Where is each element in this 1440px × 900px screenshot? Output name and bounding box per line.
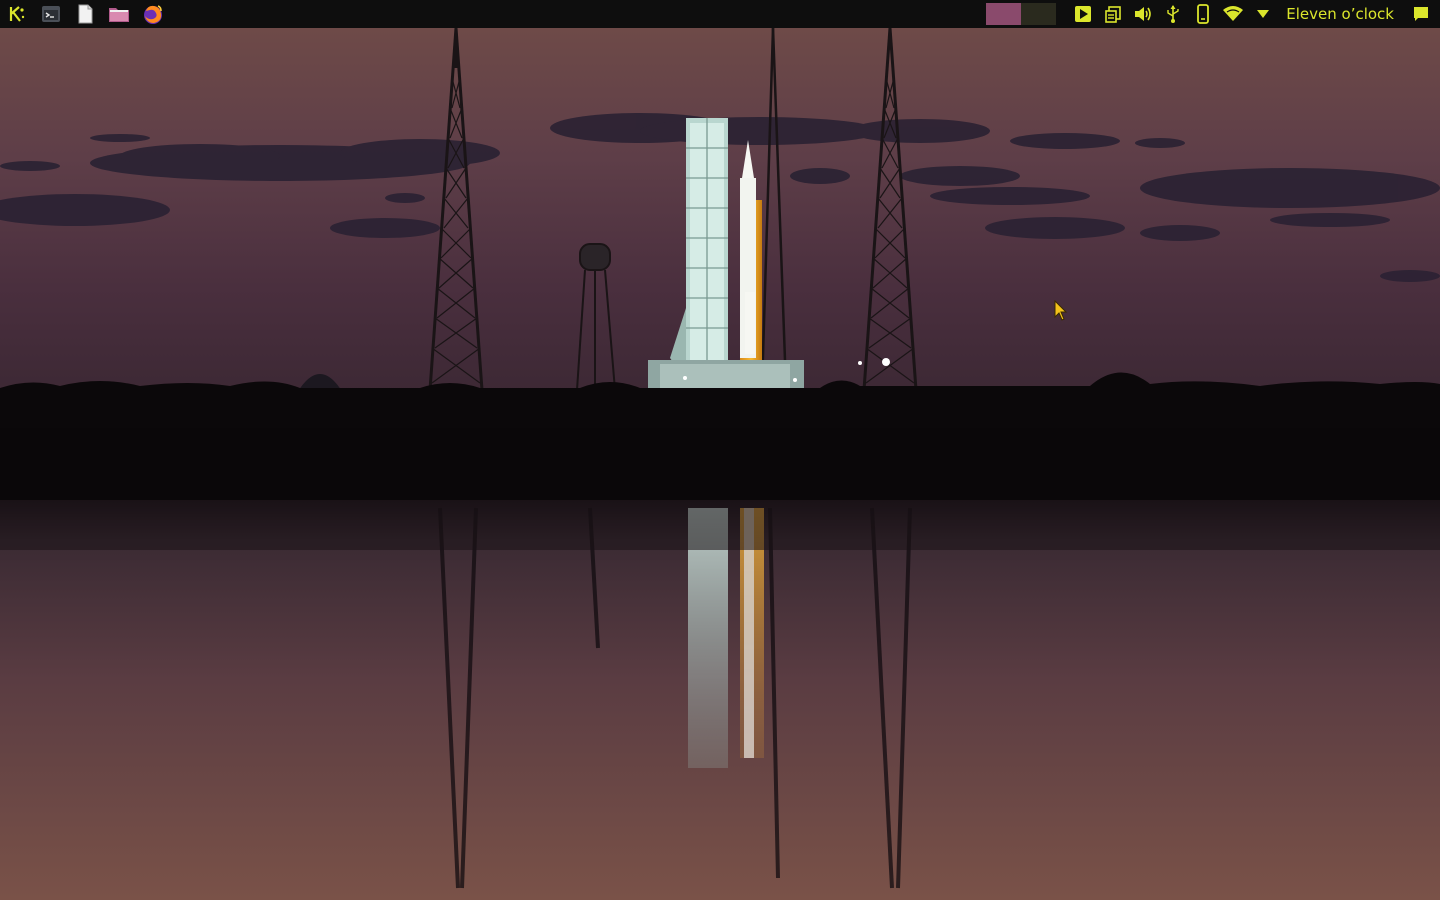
clipboard-icon <box>1105 6 1122 23</box>
file-manager-launcher-button[interactable] <box>104 0 134 28</box>
notifications-button[interactable] <box>1408 0 1434 28</box>
media-player-button[interactable] <box>1070 0 1096 28</box>
document-icon <box>78 4 93 24</box>
phone-connect-button[interactable] <box>1190 0 1216 28</box>
clipboard-button[interactable] <box>1100 0 1126 28</box>
clock[interactable]: Eleven o’clock <box>1286 5 1394 23</box>
wifi-icon <box>1223 6 1244 21</box>
app-menu-button[interactable] <box>2 0 32 28</box>
desktop-2[interactable] <box>1021 3 1057 25</box>
text-editor-launcher-button[interactable] <box>70 0 100 28</box>
firefox-launcher-button[interactable] <box>138 0 168 28</box>
folder-icon <box>109 8 129 22</box>
notification-icon <box>1414 7 1428 21</box>
terminal-launcher-button[interactable] <box>36 0 66 28</box>
volume-icon <box>1135 7 1152 21</box>
volume-button[interactable] <box>1130 0 1156 28</box>
system-tray: Eleven o’clock <box>986 0 1440 28</box>
desktop-1[interactable] <box>986 3 1022 25</box>
usb-button[interactable] <box>1160 0 1186 28</box>
top-panel: Eleven o’clock <box>0 0 1440 28</box>
firefox-icon <box>144 5 162 24</box>
tray-expand-button[interactable] <box>1250 0 1276 28</box>
wifi-button[interactable] <box>1220 0 1246 28</box>
desktop: Eleven o’clock <box>0 0 1440 900</box>
phone-icon <box>1197 4 1210 24</box>
mouse-cursor-icon <box>1054 300 1068 321</box>
terminal-icon <box>42 6 60 22</box>
media-player-icon <box>1075 6 1092 22</box>
wallpaper <box>0 28 1440 900</box>
usb-icon <box>1167 5 1179 23</box>
launcher-area <box>0 0 172 28</box>
expand-arrow-icon <box>1257 10 1270 18</box>
kde-logo-icon <box>9 6 25 22</box>
virtual-desktop-pager <box>986 3 1057 25</box>
